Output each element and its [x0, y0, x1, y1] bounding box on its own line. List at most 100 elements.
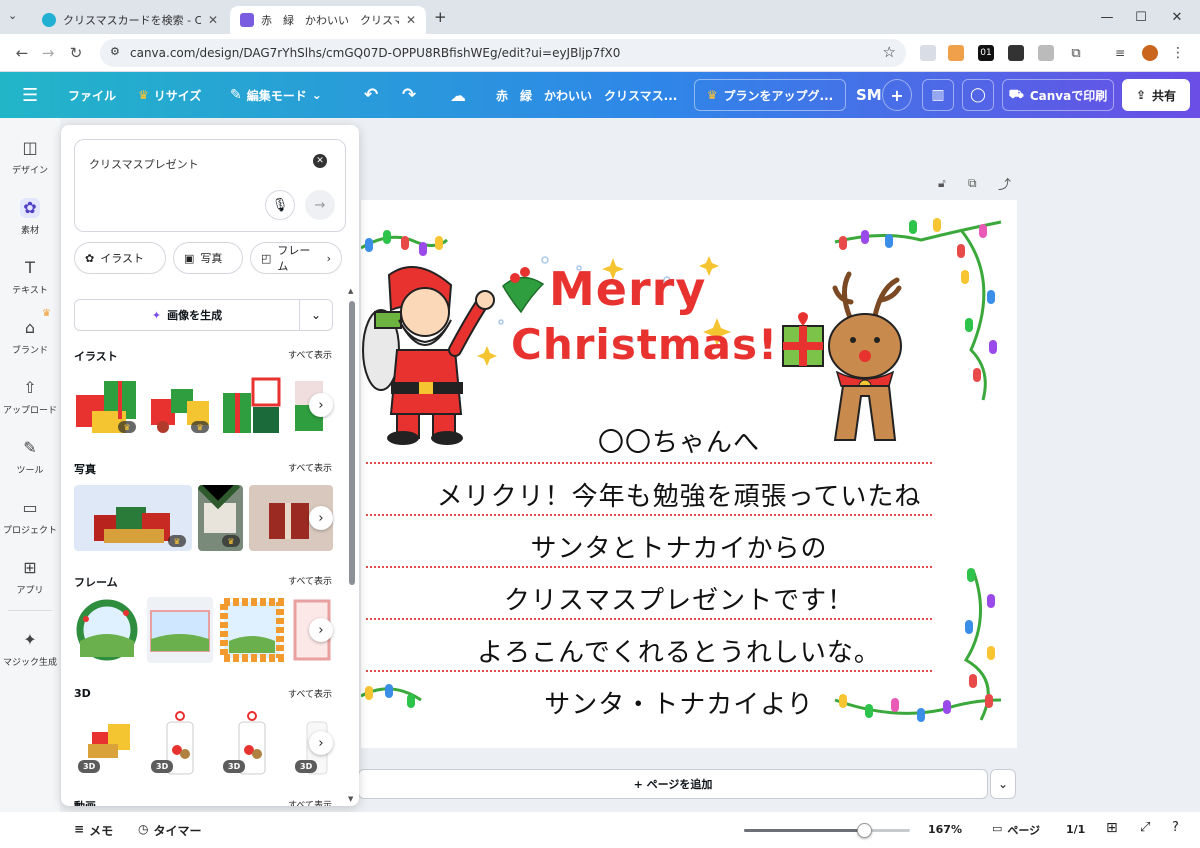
- zoom-slider-knob[interactable]: [856, 823, 872, 838]
- extension-icon[interactable]: [1038, 45, 1054, 61]
- section-title: 動画: [74, 798, 96, 806]
- 3d-thumb[interactable]: 3D: [219, 710, 285, 776]
- user-avatar[interactable]: SM: [856, 72, 882, 118]
- close-window-icon[interactable]: ✕: [1162, 6, 1192, 28]
- design-page[interactable]: Merry Christmas! 〇〇ちゃんへ メリクリ！今年も勉強を頑張ってい…: [361, 200, 1017, 748]
- resize-button[interactable]: ♛ リサイズ: [138, 72, 201, 118]
- photo-thumb[interactable]: ♛: [198, 485, 243, 551]
- cloud-sync-icon[interactable]: ☁: [450, 72, 466, 118]
- print-button[interactable]: ⛟ Canvaで印刷: [1002, 79, 1114, 111]
- rail-item-elements[interactable]: ✿ 素材: [0, 198, 60, 236]
- 3d-thumb[interactable]: 3D: [74, 710, 140, 776]
- generate-options-chevron-icon[interactable]: ⌄: [299, 299, 333, 331]
- 3d-next-arrow-icon[interactable]: ›: [309, 731, 333, 755]
- extension-icon[interactable]: [948, 45, 964, 61]
- illustration-thumb[interactable]: [219, 371, 285, 437]
- rail-item-brand[interactable]: ⌂ ブランド ♛: [0, 308, 60, 356]
- timer-button[interactable]: ◷ タイマー: [138, 822, 202, 839]
- reload-icon[interactable]: ↻: [66, 43, 86, 63]
- close-tab-icon[interactable]: ✕: [208, 13, 218, 27]
- search-box[interactable]: クリスマスプレゼント ✕ 🎙︎ →: [74, 139, 346, 232]
- page-count: 1/1: [1066, 823, 1086, 836]
- duplicate-page-icon[interactable]: ⧉: [968, 176, 977, 191]
- illustration-thumb[interactable]: ♛: [74, 371, 140, 437]
- lock-icon[interactable]: 🔓︎: [938, 176, 946, 191]
- site-info-icon[interactable]: ⚙: [110, 45, 120, 58]
- browser-tab-search[interactable]: クリスマスカードを検索 - Canva ✕: [32, 6, 228, 34]
- frame-next-arrow-icon[interactable]: ›: [309, 618, 333, 642]
- add-page-icon[interactable]: ⤴: [998, 174, 1011, 193]
- clear-search-icon[interactable]: ✕: [313, 154, 327, 168]
- panel-scrollbar-up-icon[interactable]: ▲: [348, 287, 353, 295]
- menu-icon[interactable]: ☰: [22, 72, 38, 118]
- extension-icon[interactable]: [920, 45, 936, 61]
- frame-thumb[interactable]: [147, 597, 213, 663]
- puzzle-icon[interactable]: ⧉: [1068, 45, 1084, 61]
- browser-menu-icon[interactable]: ⋮: [1170, 45, 1186, 61]
- filter-chip-frame[interactable]: ◰ フレーム ›: [250, 242, 342, 274]
- add-collaborator-button[interactable]: +: [882, 79, 912, 111]
- redo-icon[interactable]: ↷: [402, 72, 416, 118]
- add-page-button[interactable]: + ページを追加: [358, 769, 988, 799]
- share-button[interactable]: ⇪ 共有: [1122, 79, 1190, 111]
- see-all-link[interactable]: すべて表示: [288, 687, 332, 700]
- photo-next-arrow-icon[interactable]: ›: [309, 506, 333, 530]
- url-field[interactable]: ⚙ canva.com/design/DAG7rYhSlhs/cmGQ07D-O…: [100, 39, 906, 67]
- new-tab-icon[interactable]: +: [434, 8, 447, 26]
- rail-item-tools[interactable]: ✎ ツール: [0, 438, 60, 476]
- panel-scrollbar-down-icon[interactable]: ▼: [348, 795, 353, 803]
- rail-item-magic[interactable]: ✦ マジック生成: [0, 630, 60, 668]
- crown-icon: ♛: [42, 308, 51, 319]
- maximize-icon[interactable]: ☐: [1126, 6, 1156, 28]
- browser-tab-design[interactable]: 赤 緑 かわいい クリスマスカー ✕: [230, 6, 426, 34]
- forward-icon[interactable]: →: [38, 43, 58, 63]
- close-tab-icon[interactable]: ✕: [406, 13, 416, 27]
- see-all-link[interactable]: すべて表示: [288, 798, 332, 806]
- rail-item-upload[interactable]: ⇧ アップロード: [0, 378, 60, 416]
- filter-chip-illustration[interactable]: ✿ イラスト: [74, 242, 166, 274]
- upgrade-button[interactable]: ♛ プランをアップグ...: [694, 79, 846, 111]
- file-menu[interactable]: ファイル: [68, 72, 116, 118]
- frame-thumb[interactable]: [74, 597, 140, 663]
- generate-image-button[interactable]: ✦ 画像を生成: [74, 299, 300, 331]
- edit-mode-button[interactable]: ✎ 編集モード ⌄: [230, 72, 322, 118]
- rail-item-projects[interactable]: ▭ プロジェクト: [0, 498, 60, 536]
- see-all-link[interactable]: すべて表示: [288, 461, 332, 477]
- panel-scrollbar-thumb[interactable]: [349, 301, 355, 585]
- submit-search-icon[interactable]: →: [305, 190, 335, 220]
- see-all-link[interactable]: すべて表示: [288, 574, 332, 590]
- microphone-icon[interactable]: 🎙︎: [265, 190, 295, 220]
- grid-view-icon[interactable]: ⊞: [1106, 820, 1118, 836]
- frame-thumb[interactable]: [219, 597, 285, 663]
- notes-button[interactable]: ≡ メモ: [74, 822, 113, 839]
- rail-item-text[interactable]: T テキスト: [0, 258, 60, 296]
- filter-chip-photo[interactable]: ▣ 写真: [173, 242, 243, 274]
- pages-button[interactable]: ▭ ページ: [992, 822, 1040, 838]
- add-page-options-chevron-icon[interactable]: ⌄: [990, 769, 1016, 799]
- search-input[interactable]: クリスマスプレゼント: [89, 156, 199, 172]
- upgrade-label: プランをアップグ...: [723, 88, 834, 103]
- help-icon[interactable]: ?: [1172, 820, 1179, 835]
- undo-icon[interactable]: ↶: [364, 72, 378, 118]
- insights-icon[interactable]: ▥: [922, 79, 954, 111]
- 3d-thumb[interactable]: 3D: [147, 710, 213, 776]
- back-icon[interactable]: ←: [12, 43, 32, 63]
- media-icon[interactable]: ≡: [1112, 45, 1128, 61]
- zoom-level[interactable]: 167%: [928, 823, 962, 836]
- illustration-next-arrow-icon[interactable]: ›: [309, 393, 333, 417]
- illustration-thumb[interactable]: ♛: [147, 371, 213, 437]
- rail-item-apps[interactable]: ⊞ アプリ: [0, 558, 60, 596]
- bookmark-star-icon[interactable]: ☆: [883, 43, 896, 61]
- zoom-slider[interactable]: [744, 823, 910, 838]
- extension-01-icon[interactable]: 01: [978, 45, 994, 61]
- see-all-link[interactable]: すべて表示: [288, 348, 332, 364]
- tab-list-chevron-icon[interactable]: ⌄: [8, 9, 17, 22]
- extension-icon[interactable]: [1008, 45, 1024, 61]
- minimize-icon[interactable]: —: [1092, 6, 1122, 28]
- rail-item-design[interactable]: ◫ デザイン: [0, 138, 60, 176]
- document-title[interactable]: 赤 緑 かわいい クリスマス...: [496, 72, 677, 118]
- profile-avatar[interactable]: [1142, 45, 1158, 61]
- photo-thumb[interactable]: ♛: [74, 485, 192, 551]
- comment-icon[interactable]: ◯: [962, 79, 994, 111]
- fullscreen-icon[interactable]: ⤢: [1140, 820, 1150, 835]
